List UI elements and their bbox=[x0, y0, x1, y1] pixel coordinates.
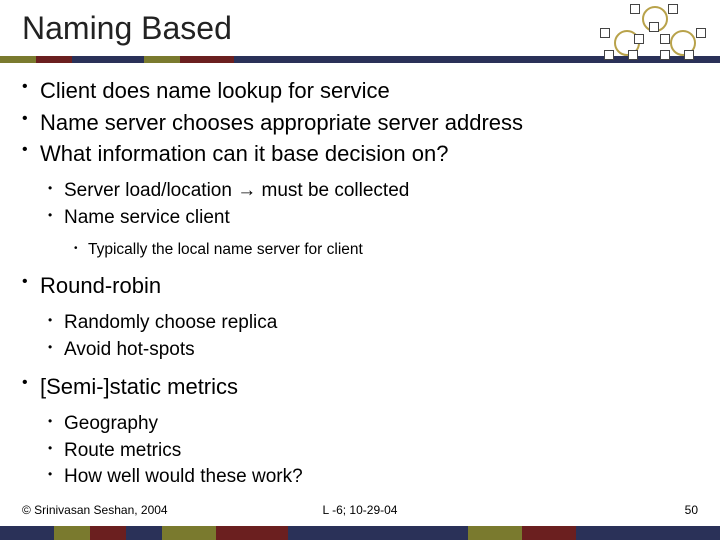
footer-page-number: 50 bbox=[685, 503, 698, 517]
slide: Naming Based Client does name lookup for… bbox=[0, 0, 720, 540]
bullet-l1: [Semi-]static metrics bbox=[22, 372, 698, 402]
bullet-l2: Geography bbox=[48, 412, 698, 437]
bullet-l1: Round-robin bbox=[22, 271, 698, 301]
bullet-l2: Randomly choose replica bbox=[48, 311, 698, 336]
bottom-bar bbox=[0, 526, 720, 540]
footer-lecture: L -6; 10-29-04 bbox=[0, 503, 720, 517]
bullet-l2: Server load/location → must be collected bbox=[48, 179, 698, 204]
bullet-l2: How well would these work? bbox=[48, 465, 698, 490]
bullet-l1: What information can it base decision on… bbox=[22, 139, 698, 169]
bullet-l1: Client does name lookup for service bbox=[22, 76, 698, 106]
bullet-l2: Route metrics bbox=[48, 439, 698, 464]
bullet-l1: Name server chooses appropriate server a… bbox=[22, 108, 698, 138]
bullet-l2: Name service client bbox=[48, 206, 698, 231]
bullet-l2: Avoid hot-spots bbox=[48, 338, 698, 363]
content-area: Client does name lookup for service Name… bbox=[22, 74, 698, 492]
page-title: Naming Based bbox=[22, 10, 232, 47]
bullet-l3: Typically the local name server for clie… bbox=[74, 240, 698, 261]
decorative-graphic bbox=[600, 6, 710, 58]
